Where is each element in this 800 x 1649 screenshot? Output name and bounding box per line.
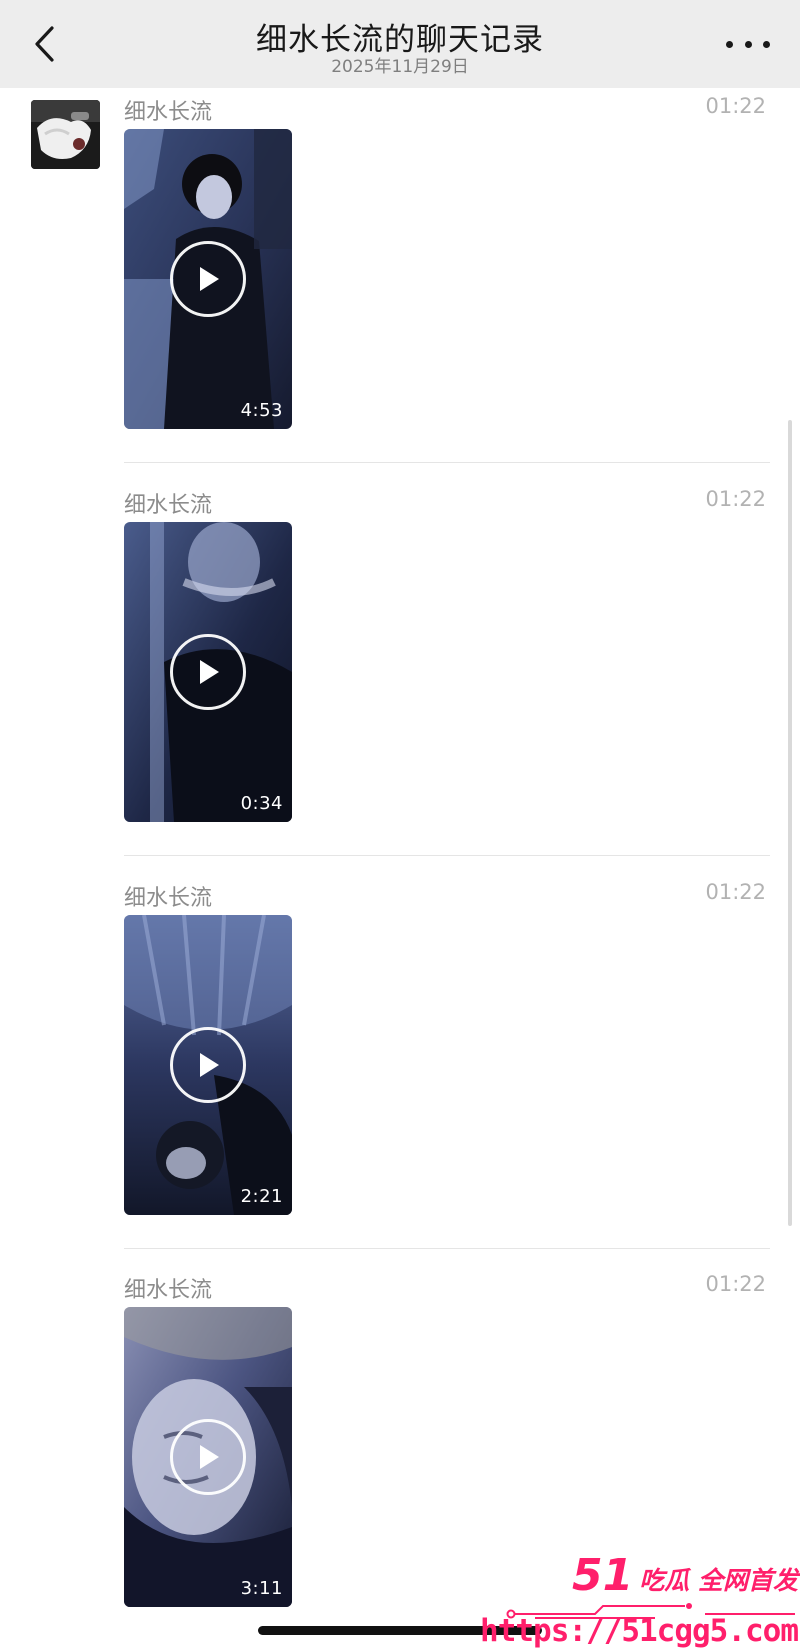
divider	[124, 1248, 770, 1249]
avatar[interactable]	[31, 100, 100, 169]
watermark-url: https://51cgg5.com	[480, 1613, 799, 1649]
watermark-logo: 51 吃瓜 全网首发	[572, 1554, 798, 1598]
video-duration: 4:53	[240, 400, 283, 421]
dot	[744, 40, 752, 48]
video-duration: 0:34	[240, 793, 283, 814]
sender-name: 细水长流	[124, 886, 213, 911]
sender-name: 细水长流	[124, 493, 213, 518]
play-icon	[170, 1419, 246, 1495]
watermark-logo-number: 51	[572, 1550, 634, 1601]
list-item: 细水长流 01:22 4:53	[124, 94, 770, 487]
list-item: 细水长流 01:22 0:34	[124, 487, 770, 880]
video-duration: 3:11	[240, 1578, 283, 1599]
play-icon	[170, 634, 246, 710]
page-date: 2025年11月29日	[331, 57, 469, 77]
video-duration: 2:21	[240, 1186, 283, 1207]
chat-history-screen: 细水长流的聊天记录 2025年11月29日 细水长流 01:22 4:53 细水…	[0, 0, 800, 1649]
dot	[763, 40, 770, 48]
message-time: 01:22	[705, 880, 766, 904]
dot	[726, 40, 733, 48]
message-time: 01:22	[705, 1272, 766, 1296]
video-thumbnail[interactable]: 4:53	[124, 129, 292, 429]
play-icon	[170, 241, 246, 317]
video-thumbnail[interactable]: 3:11	[124, 1307, 292, 1607]
more-button[interactable]	[726, 30, 770, 58]
watermark-slogan: 吃瓜 全网首发	[639, 1566, 798, 1595]
list-item: 细水长流 01:22 2:21	[124, 880, 770, 1273]
message-time: 01:22	[705, 487, 766, 511]
video-thumbnail[interactable]: 0:34	[124, 522, 292, 822]
sender-name: 细水长流	[124, 1278, 213, 1303]
message-time: 01:22	[705, 94, 766, 118]
play-icon	[170, 1027, 246, 1103]
sender-name: 细水长流	[124, 100, 213, 125]
scrollbar[interactable]	[788, 420, 792, 1226]
nav-bar: 细水长流的聊天记录 2025年11月29日	[0, 0, 800, 88]
site-watermark: 51 吃瓜 全网首发 https://51cgg5.com	[480, 1550, 800, 1649]
divider	[124, 855, 770, 856]
divider	[124, 462, 770, 463]
video-thumbnail[interactable]: 2:21	[124, 915, 292, 1215]
